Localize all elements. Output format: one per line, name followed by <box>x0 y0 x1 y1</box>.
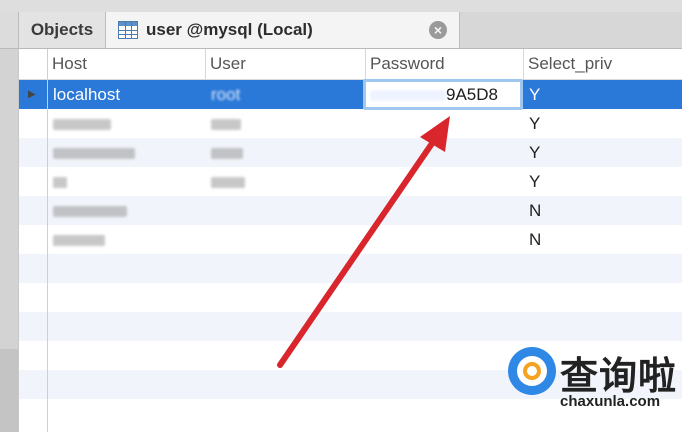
watermark-url: chaxunla.com <box>560 393 661 410</box>
watermark-logo: 查询啦 chaxunla.com <box>500 345 682 415</box>
redacted-text <box>53 177 67 189</box>
cell-select-priv[interactable]: N <box>523 196 682 225</box>
cell-user[interactable]: root <box>205 80 365 109</box>
redacted-text <box>53 235 105 247</box>
empty-row <box>19 254 682 283</box>
cell-user-value: root <box>211 85 241 104</box>
watermark-text: 查询啦 <box>560 354 678 398</box>
grid-header: Host User Password Select_priv <box>19 49 682 80</box>
cell-select-priv[interactable]: Y <box>523 167 682 196</box>
column-header-user[interactable]: User <box>205 49 365 79</box>
redacted-text <box>211 148 243 160</box>
tab-bar-empty-area <box>460 12 682 48</box>
table-row[interactable]: ▶ localhost root 9A5D8 Y <box>19 79 682 110</box>
empty-row <box>19 283 682 312</box>
cell-select-priv[interactable]: Y <box>523 138 682 167</box>
tab-objects[interactable]: Objects <box>18 12 106 48</box>
search-logo-icon <box>508 347 556 395</box>
empty-row <box>19 312 682 341</box>
cell-host[interactable] <box>47 225 205 254</box>
password-edit-field[interactable]: 9A5D8 <box>363 79 523 110</box>
cell-user[interactable] <box>205 109 365 138</box>
close-icon[interactable]: × <box>429 21 447 39</box>
column-header-host[interactable]: Host <box>47 49 205 79</box>
redacted-text <box>370 90 446 102</box>
cell-host[interactable] <box>47 167 205 196</box>
cell-host[interactable] <box>47 196 205 225</box>
tab-user-table[interactable]: user @mysql (Local) × <box>106 12 460 48</box>
redacted-text <box>211 177 245 189</box>
column-header-select-priv[interactable]: Select_priv <box>523 49 682 79</box>
cell-select-priv[interactable]: N <box>523 225 682 254</box>
tab-objects-label: Objects <box>30 20 94 39</box>
row-pointer-icon: ▶ <box>28 89 36 100</box>
cell-select-priv[interactable]: Y <box>523 109 682 138</box>
cell-host[interactable] <box>47 138 205 167</box>
redacted-text <box>211 119 241 131</box>
table-row[interactable]: N <box>19 196 682 225</box>
tab-user-table-label: user @mysql (Local) <box>146 20 313 39</box>
cell-select-priv[interactable]: Y <box>523 80 682 109</box>
cell-host[interactable] <box>47 109 205 138</box>
column-header-password[interactable]: Password <box>365 49 523 79</box>
left-pane <box>0 49 18 432</box>
row-gutter-divider <box>47 49 48 432</box>
redacted-text <box>53 119 111 131</box>
table-row[interactable]: Y <box>19 109 682 138</box>
table-row[interactable]: Y <box>19 167 682 196</box>
redacted-text <box>53 206 127 218</box>
cell-host[interactable]: localhost <box>47 80 205 109</box>
table-icon <box>118 21 138 39</box>
table-row[interactable]: N <box>19 225 682 254</box>
table-row[interactable]: Y <box>19 138 682 167</box>
cell-user[interactable] <box>205 138 365 167</box>
cell-user[interactable] <box>205 167 365 196</box>
redacted-text <box>53 148 135 160</box>
password-visible-suffix: 9A5D8 <box>446 85 498 104</box>
